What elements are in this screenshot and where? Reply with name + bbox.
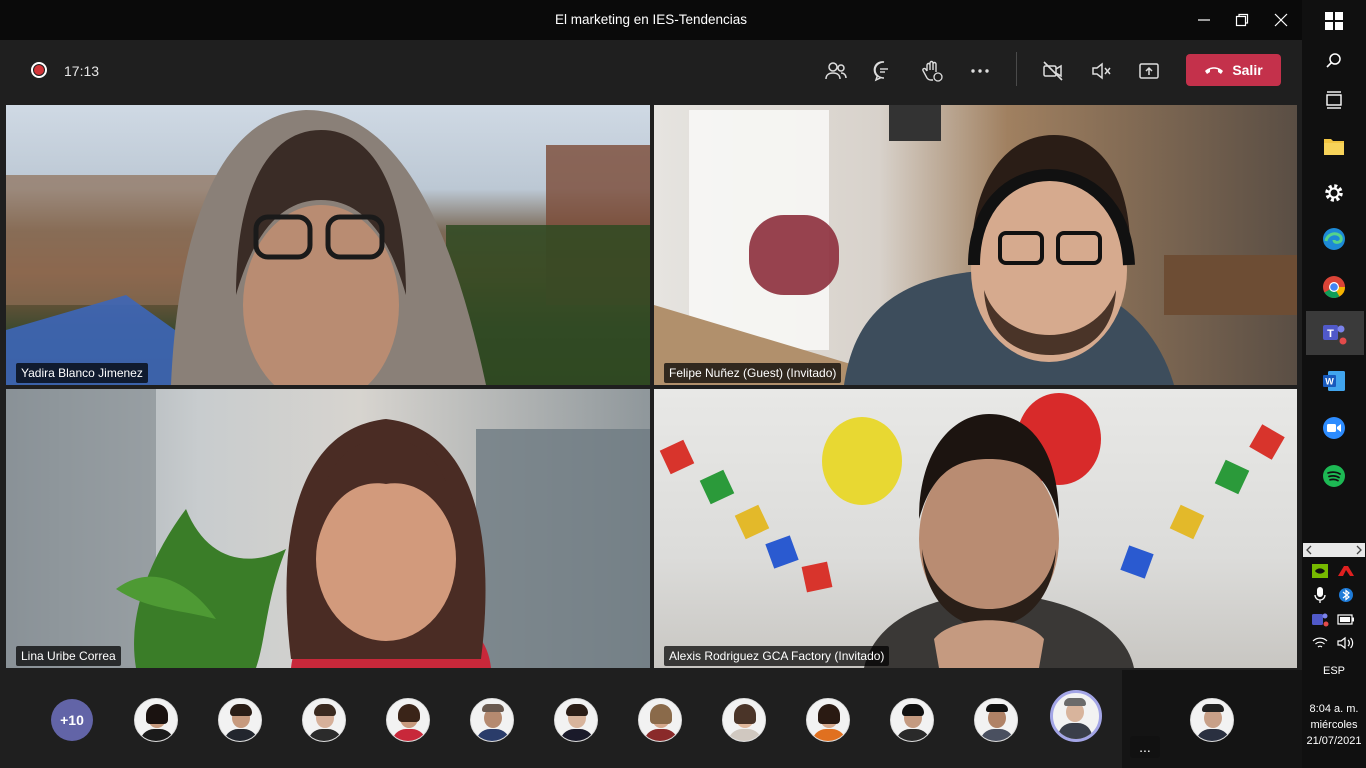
participant-avatar[interactable] bbox=[386, 698, 430, 742]
roster-more-button[interactable]: ... bbox=[1130, 736, 1160, 758]
participant-name: Lina Uribe Correa bbox=[16, 646, 121, 666]
wifi-icon[interactable] bbox=[1310, 633, 1330, 653]
camera-off-icon bbox=[1043, 61, 1063, 81]
toolbar-divider bbox=[1016, 52, 1017, 86]
battery-icon[interactable] bbox=[1336, 609, 1356, 629]
clock-date[interactable]: 21/07/2021 bbox=[1302, 735, 1366, 747]
video-tile[interactable]: Lina Uribe Correa bbox=[6, 389, 650, 668]
keyboard-language[interactable]: ESP bbox=[1302, 665, 1366, 677]
participants-button[interactable] bbox=[823, 58, 849, 84]
edge-browser-icon[interactable] bbox=[1321, 226, 1347, 252]
maximize-icon[interactable] bbox=[1231, 10, 1253, 30]
video-feed bbox=[6, 389, 650, 668]
minimize-icon[interactable] bbox=[1193, 10, 1215, 30]
participant-avatar[interactable] bbox=[554, 698, 598, 742]
participant-roster: +10 ... bbox=[0, 670, 1302, 768]
spotify-icon[interactable] bbox=[1321, 463, 1347, 489]
participant-name: Alexis Rodriguez GCA Factory (Invitado) bbox=[664, 646, 890, 666]
share-icon bbox=[1139, 63, 1159, 79]
settings-gear-icon[interactable] bbox=[1321, 180, 1347, 206]
nvidia-icon[interactable] bbox=[1310, 561, 1330, 581]
camera-off-button[interactable] bbox=[1040, 58, 1066, 84]
meeting-toolbar: 17:13 Salir bbox=[0, 40, 1302, 102]
microphone-icon[interactable] bbox=[1310, 585, 1330, 605]
participant-name: Felipe Nuñez (Guest) (Invitado) bbox=[664, 363, 842, 383]
task-view-icon[interactable] bbox=[1321, 87, 1347, 113]
video-feed bbox=[6, 110, 650, 385]
teams-window: El marketing en IES-Tendencias 17:13 Sal… bbox=[0, 0, 1302, 768]
file-explorer-icon[interactable] bbox=[1321, 133, 1347, 159]
participant-avatar[interactable] bbox=[974, 698, 1018, 742]
share-screen-button[interactable] bbox=[1136, 58, 1162, 84]
close-icon[interactable] bbox=[1270, 10, 1292, 30]
participant-avatar[interactable] bbox=[890, 698, 934, 742]
participant-avatar[interactable] bbox=[722, 698, 766, 742]
video-tile[interactable]: Yadira Blanco Jimenez bbox=[6, 105, 650, 385]
video-feed bbox=[659, 393, 1285, 668]
volume-icon[interactable] bbox=[1336, 633, 1356, 653]
recording-icon bbox=[31, 62, 47, 78]
windows-start-icon[interactable] bbox=[1321, 8, 1347, 34]
leave-button[interactable]: Salir bbox=[1186, 54, 1281, 86]
window-title: El marketing en IES-Tendencias bbox=[554, 12, 748, 27]
windows-taskbar: T W ESP 8:04 a. m. miércoles 21/07/2021 bbox=[1302, 0, 1366, 768]
participant-avatar[interactable] bbox=[218, 698, 262, 742]
svg-text:T: T bbox=[1327, 328, 1334, 340]
teams-tray-icon[interactable] bbox=[1310, 609, 1330, 629]
mute-button[interactable] bbox=[1088, 58, 1114, 84]
video-tile[interactable]: Alexis Rodriguez GCA Factory (Invitado) bbox=[654, 389, 1297, 668]
more-options-icon[interactable] bbox=[967, 58, 993, 84]
amd-icon[interactable] bbox=[1336, 561, 1356, 581]
reactions-button[interactable] bbox=[919, 58, 945, 84]
participant-avatar[interactable] bbox=[1190, 698, 1234, 742]
participant-avatar[interactable] bbox=[638, 698, 682, 742]
bluetooth-icon[interactable] bbox=[1336, 585, 1356, 605]
microphone-off-icon bbox=[1092, 62, 1111, 80]
video-feed bbox=[654, 105, 1297, 385]
title-bar: El marketing en IES-Tendencias bbox=[0, 0, 1302, 40]
participant-avatar[interactable] bbox=[470, 698, 514, 742]
teams-icon[interactable]: T bbox=[1321, 320, 1347, 346]
people-icon bbox=[825, 62, 847, 80]
leave-label: Salir bbox=[1232, 62, 1263, 78]
video-tile[interactable]: Felipe Nuñez (Guest) (Invitado) bbox=[654, 105, 1297, 385]
more-participants-button[interactable]: +10 bbox=[51, 699, 93, 741]
chrome-browser-icon[interactable] bbox=[1321, 274, 1347, 300]
participant-avatar[interactable] bbox=[134, 698, 178, 742]
clock-day[interactable]: miércoles bbox=[1302, 719, 1366, 731]
participant-avatar[interactable] bbox=[806, 698, 850, 742]
participant-avatar[interactable] bbox=[302, 698, 346, 742]
participant-name: Yadira Blanco Jimenez bbox=[16, 363, 148, 383]
search-icon[interactable] bbox=[1321, 48, 1347, 74]
raise-hand-icon bbox=[922, 60, 943, 82]
zoom-icon[interactable] bbox=[1321, 415, 1347, 441]
hang-up-icon bbox=[1205, 67, 1224, 74]
chat-button[interactable] bbox=[871, 58, 897, 84]
word-icon[interactable]: W bbox=[1321, 368, 1347, 394]
participant-avatar-active[interactable] bbox=[1050, 690, 1102, 742]
meeting-timer: 17:13 bbox=[64, 63, 100, 79]
clock-time[interactable]: 8:04 a. m. bbox=[1302, 703, 1366, 715]
chat-icon bbox=[873, 61, 888, 82]
tray-scrollbar[interactable] bbox=[1303, 543, 1365, 557]
svg-text:W: W bbox=[1325, 377, 1334, 387]
